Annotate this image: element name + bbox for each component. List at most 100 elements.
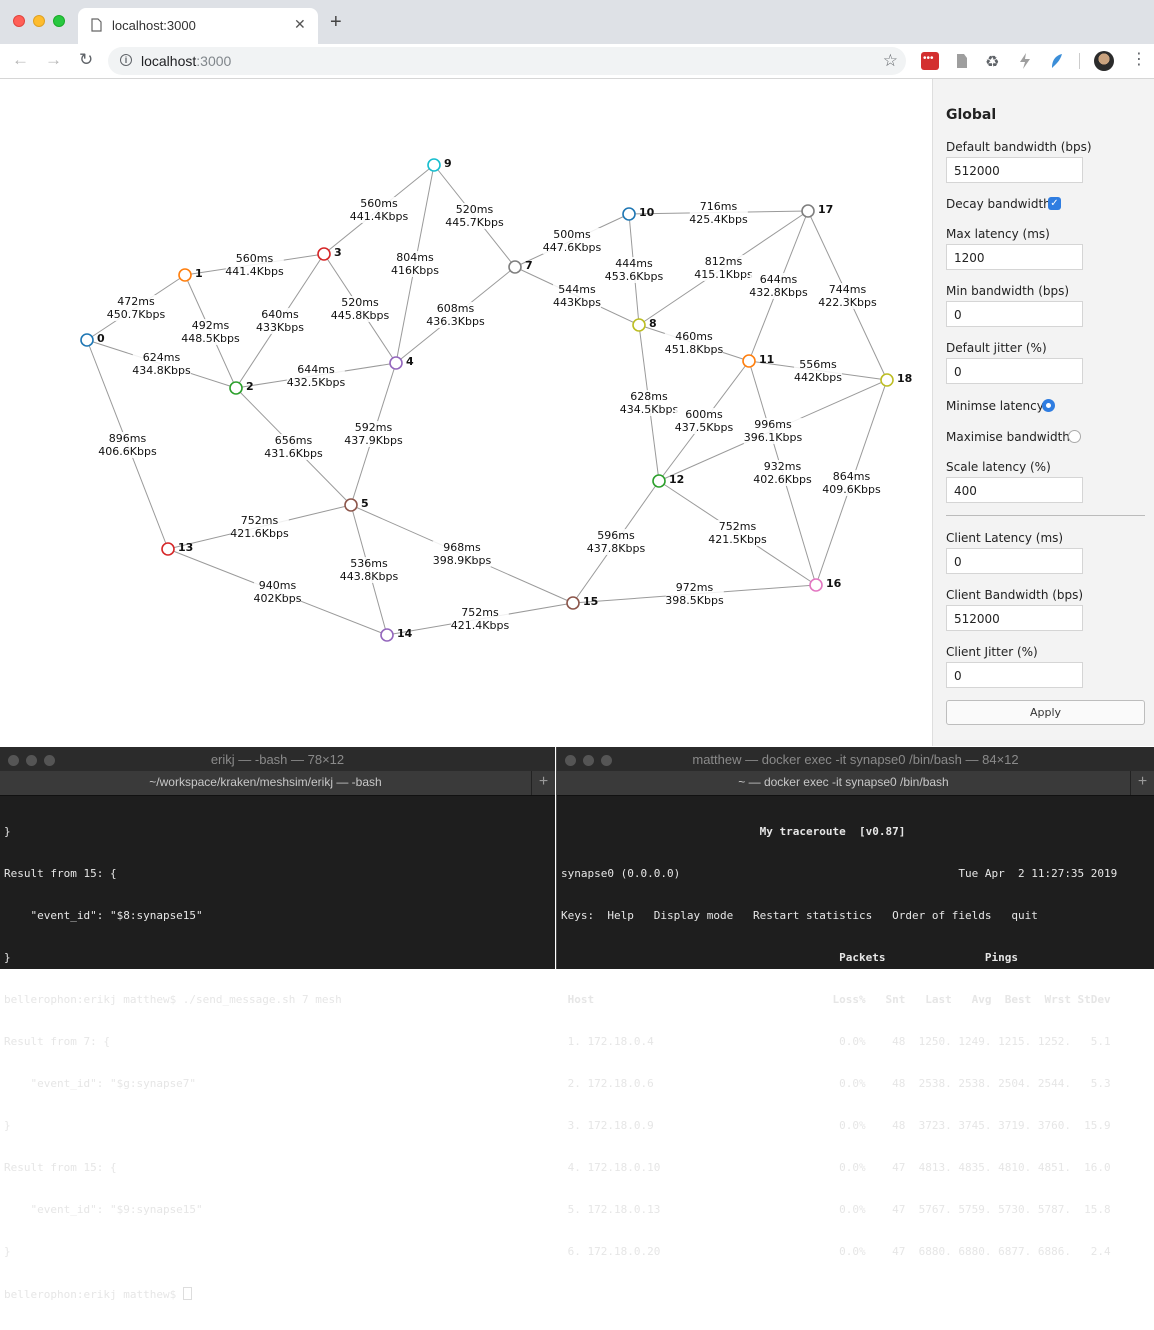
panel-divider (946, 515, 1145, 516)
node-label: 1 (195, 267, 203, 280)
menu-kebab-icon[interactable]: ⋮ (1131, 50, 1147, 70)
client-jitter-input[interactable]: 0 (946, 662, 1083, 688)
minimise-latency-radio[interactable] (1042, 399, 1055, 412)
graph-node[interactable] (80, 333, 94, 347)
new-terminal-tab-button[interactable]: + (531, 771, 555, 795)
edge-bandwidth: 436.3Kbps (426, 315, 485, 328)
mtr-column-group: Packets Pings (561, 951, 1018, 964)
edge-latency: 444ms (615, 256, 653, 270)
scale-latency-input[interactable]: 400 (946, 477, 1083, 503)
client-bandwidth-input[interactable]: 512000 (946, 605, 1083, 631)
edge-label: 932ms 402.6Kbps (753, 460, 812, 486)
mtr-header: synapse0 (0.0.0.0) Tue Apr 2 11:27:35 20… (561, 867, 1118, 880)
edge-bandwidth: 443.8Kbps (339, 570, 399, 583)
browser-tab[interactable]: localhost:3000 ✕ (78, 8, 318, 44)
terminal-window-left[interactable]: erikj — -bash — 78×12 ~/workspace/kraken… (0, 747, 555, 1301)
graph-canvas (80, 158, 894, 642)
feather-extension-icon[interactable] (1048, 52, 1066, 70)
graph-node[interactable] (317, 247, 331, 261)
graph-node[interactable] (742, 354, 756, 368)
reader-extension-icon[interactable] (953, 52, 971, 70)
graph-node[interactable] (566, 596, 580, 610)
close-window-button[interactable] (13, 15, 25, 27)
default-jitter-label: Default jitter (%) (946, 341, 1047, 355)
edge-label: 628ms 434.5Kbps (619, 390, 679, 416)
node-label: 8 (649, 317, 657, 330)
edge-latency: 556ms (799, 357, 837, 371)
url-host: localhost (141, 53, 197, 69)
graph-node[interactable] (652, 474, 666, 488)
default-bandwidth-input[interactable]: 512000 (946, 157, 1083, 183)
minimize-window-button[interactable] (33, 15, 45, 27)
maximize-window-button[interactable] (53, 15, 65, 27)
terminal-window-title: erikj — -bash — 78×12 (210, 752, 345, 767)
edge-bandwidth: 402.6Kbps (753, 473, 812, 486)
graph-node[interactable] (344, 498, 358, 512)
node-label: 15 (583, 595, 599, 608)
graph-node[interactable] (389, 356, 403, 370)
apply-button[interactable]: Apply (946, 700, 1145, 725)
terminal-window-right[interactable]: matthew — docker exec -it synapse0 /bin/… (556, 747, 1154, 1258)
lightning-extension-icon[interactable] (1016, 52, 1034, 70)
back-arrow-icon[interactable]: ← (12, 51, 29, 69)
mtr-row: 2. 172.18.0.6 0.0% 48 2538. 2538. 2504. … (561, 1077, 1111, 1090)
terminal-prompt-line[interactable]: bellerophon:erikj matthew$ (4, 1287, 551, 1302)
client-jitter-label: Client Jitter (%) (946, 645, 1038, 659)
graph-node[interactable] (632, 318, 646, 332)
graph-node[interactable] (809, 578, 823, 592)
edge-latency: 864ms (832, 469, 871, 483)
node-label: 2 (246, 380, 254, 393)
new-tab-button[interactable]: + (330, 12, 342, 32)
graph-node[interactable] (622, 207, 636, 221)
maximise-bandwidth-label: Maximise bandwidth (946, 430, 1070, 444)
client-bandwidth-label: Client Bandwidth (bps) (946, 588, 1084, 602)
max-latency-input[interactable]: 1200 (946, 244, 1083, 270)
edge-label: 608ms 436.3Kbps (426, 302, 485, 328)
edge-bandwidth: 450.7Kbps (106, 307, 166, 321)
node-label: 16 (826, 577, 842, 590)
min-bandwidth-input[interactable]: 0 (946, 301, 1083, 327)
mtr-title: My traceroute [v0.87] (561, 825, 906, 838)
graph-node[interactable] (880, 373, 894, 387)
graph-node[interactable] (178, 268, 192, 282)
client-latency-input[interactable]: 0 (946, 548, 1083, 574)
edge-label: 460ms 451.8Kbps (664, 330, 724, 356)
edge-bandwidth: 422.3Kbps (818, 295, 877, 309)
node-label: 5 (361, 497, 369, 510)
terminal-tab[interactable]: ~/workspace/kraken/meshsim/erikj — -bash… (0, 771, 555, 796)
decay-bandwidth-checkbox[interactable]: ✓ (1048, 197, 1061, 210)
node-label: 17 (818, 203, 834, 216)
default-jitter-input[interactable]: 0 (946, 358, 1083, 384)
network-graph: 472ms 450.7Kbps 624ms 434.8Kbps 896ms 406.6Kb… (0, 79, 932, 746)
edge-latency: 624ms (142, 351, 181, 364)
graph-node[interactable] (508, 260, 522, 274)
maximise-bandwidth-radio[interactable] (1068, 430, 1081, 443)
info-icon[interactable]: i (120, 54, 132, 66)
edge-latency: 560ms (235, 251, 274, 265)
recycle-extension-icon[interactable]: ♻ (984, 52, 1002, 70)
profile-avatar[interactable] (1094, 51, 1114, 71)
edge-label: 896ms 406.6Kbps (98, 431, 157, 458)
max-latency-label: Max latency (ms) (946, 227, 1050, 241)
edge-bandwidth: 437.8Kbps (586, 542, 646, 555)
lastpass-extension-icon[interactable] (921, 52, 939, 70)
edge-bandwidth: 432.8Kbps (749, 286, 808, 299)
node-label: 9 (444, 157, 452, 170)
bookmark-star-icon[interactable]: ☆ (883, 51, 898, 71)
new-terminal-tab-button[interactable]: + (1130, 771, 1154, 795)
graph-node[interactable] (427, 158, 441, 172)
graph-node[interactable] (801, 204, 815, 218)
terminal-tab[interactable]: ~ — docker exec -it synapse0 /bin/bash + (557, 771, 1154, 796)
graph-node[interactable] (380, 628, 394, 642)
edge-bandwidth: 415.1Kbps (694, 268, 753, 281)
forward-arrow-icon[interactable]: → (45, 51, 62, 69)
terminal-line: Result from 7: { (4, 1035, 110, 1048)
reload-icon[interactable]: ↻ (79, 51, 93, 69)
edge-latency: 460ms (675, 330, 713, 343)
edge-latency: 628ms (630, 390, 668, 403)
tab-close-icon[interactable]: ✕ (294, 16, 306, 33)
address-bar[interactable]: i localhost:3000 ☆ (108, 47, 906, 75)
svg-text:♻: ♻ (985, 54, 999, 70)
graph-node[interactable] (229, 381, 243, 395)
graph-node[interactable] (161, 542, 175, 556)
